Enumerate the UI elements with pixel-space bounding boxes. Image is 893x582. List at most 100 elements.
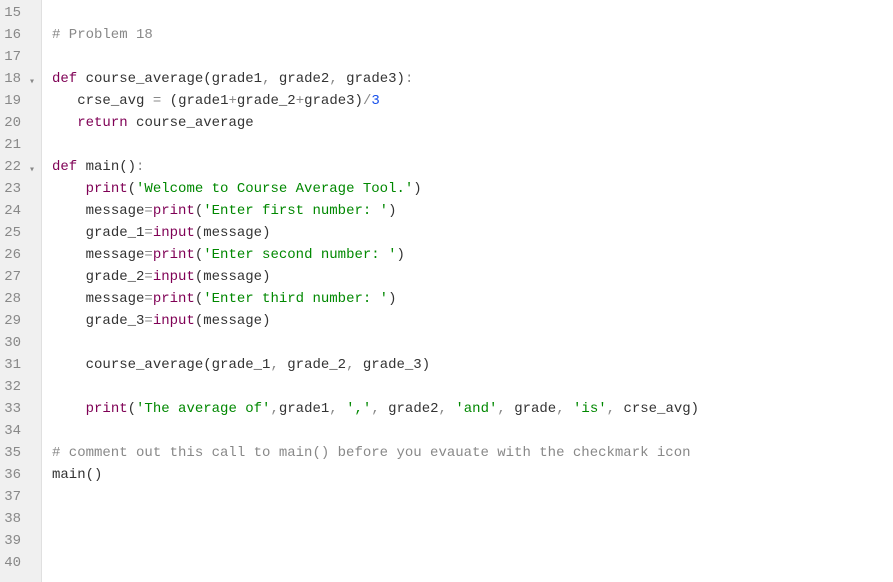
code-token: print — [86, 181, 128, 197]
code-token — [52, 247, 86, 263]
code-line[interactable] — [52, 46, 893, 68]
line-number: 26 — [4, 244, 33, 266]
code-token: 'is' — [573, 401, 607, 417]
line-number: 24 — [4, 200, 33, 222]
code-line[interactable] — [52, 420, 893, 442]
line-number: 31 — [4, 354, 33, 376]
code-token: # Problem 18 — [52, 27, 153, 43]
code-line[interactable] — [52, 486, 893, 508]
line-number: 17 — [4, 46, 33, 68]
line-number: 16 — [4, 24, 33, 46]
code-token: ) — [355, 93, 363, 109]
code-line[interactable]: grade_1=input(message) — [52, 222, 893, 244]
code-token: input — [153, 225, 195, 241]
code-token: course_average — [136, 115, 254, 131]
code-token: grade_1 — [212, 357, 271, 373]
code-line[interactable]: course_average(grade_1, grade_2, grade_3… — [52, 354, 893, 376]
code-token: = — [144, 225, 152, 241]
code-token — [52, 225, 86, 241]
code-token — [52, 203, 86, 219]
code-token: main — [86, 159, 120, 175]
code-token: + — [228, 93, 236, 109]
line-number: 40 — [4, 552, 33, 574]
code-token: crse_avg — [77, 93, 144, 109]
code-line[interactable]: crse_avg = (grade1+grade_2+grade3)/3 — [52, 90, 893, 112]
code-token: grade_2 — [86, 269, 145, 285]
code-line[interactable]: grade_3=input(message) — [52, 310, 893, 332]
code-editor-area[interactable]: # Problem 18 def course_average(grade1, … — [42, 0, 893, 582]
code-token: = — [144, 247, 152, 263]
code-line[interactable]: def course_average(grade1, grade2, grade… — [52, 68, 893, 90]
code-token: 'The average of' — [136, 401, 270, 417]
code-line[interactable] — [52, 2, 893, 24]
code-line[interactable]: def main(): — [52, 156, 893, 178]
line-number: 32 — [4, 376, 33, 398]
code-token: 'and' — [455, 401, 497, 417]
code-line[interactable]: main() — [52, 464, 893, 486]
code-line[interactable]: grade_2=input(message) — [52, 266, 893, 288]
code-token: message — [86, 247, 145, 263]
code-token: = — [144, 269, 152, 285]
line-number: 20 — [4, 112, 33, 134]
code-token — [52, 181, 86, 197]
code-token: = — [144, 203, 152, 219]
code-line[interactable]: message=print('Enter second number: ') — [52, 244, 893, 266]
line-number: 25 — [4, 222, 33, 244]
code-token: ) — [388, 203, 396, 219]
code-token: , — [270, 357, 287, 373]
code-token: , — [439, 401, 456, 417]
code-line[interactable]: print('The average of',grade1, ',', grad… — [52, 398, 893, 420]
code-token: input — [153, 313, 195, 329]
code-line[interactable] — [52, 508, 893, 530]
line-number: 19 — [4, 90, 33, 112]
code-token — [52, 93, 77, 109]
code-token: ( — [195, 291, 203, 307]
code-token: ( — [195, 247, 203, 263]
code-line[interactable] — [52, 376, 893, 398]
line-number: 33 — [4, 398, 33, 420]
code-token: grade_3 — [363, 357, 422, 373]
code-token: 'Enter first number: ' — [203, 203, 388, 219]
code-line[interactable]: # comment out this call to main() before… — [52, 442, 893, 464]
code-line[interactable]: # Problem 18 — [52, 24, 893, 46]
code-token: ( — [203, 71, 211, 87]
code-token: , — [329, 71, 346, 87]
code-token: = — [144, 291, 152, 307]
line-number: 21 — [4, 134, 33, 156]
code-token: grade — [514, 401, 556, 417]
line-number-gutter: 15161718▾19202122▾2324252627282930313233… — [0, 0, 42, 582]
code-token: , — [346, 357, 363, 373]
code-line[interactable]: message=print('Enter first number: ') — [52, 200, 893, 222]
code-line[interactable] — [52, 530, 893, 552]
code-token: ) — [262, 225, 270, 241]
code-token: , — [371, 401, 388, 417]
code-token: def — [52, 159, 77, 175]
code-token: print — [153, 291, 195, 307]
code-token: = — [153, 93, 161, 109]
code-token: grade2 — [388, 401, 438, 417]
line-number: 30 — [4, 332, 33, 354]
code-token: : — [405, 71, 413, 87]
code-token: def — [52, 71, 77, 87]
code-token: grade1 — [279, 401, 329, 417]
code-token: grade_1 — [86, 225, 145, 241]
code-token: ( — [203, 357, 211, 373]
code-token: , — [270, 401, 278, 417]
code-token: print — [153, 247, 195, 263]
code-line[interactable]: return course_average — [52, 112, 893, 134]
code-token: course_average — [86, 71, 204, 87]
code-token: + — [296, 93, 304, 109]
code-line[interactable]: message=print('Enter third number: ') — [52, 288, 893, 310]
code-line[interactable]: print('Welcome to Course Average Tool.') — [52, 178, 893, 200]
code-token: , — [497, 401, 514, 417]
code-token: print — [153, 203, 195, 219]
code-token — [128, 115, 136, 131]
code-token: ( — [195, 203, 203, 219]
code-line[interactable] — [52, 134, 893, 156]
code-token: ( — [170, 93, 178, 109]
code-token: # comment out this call to main() before… — [52, 445, 691, 461]
line-number: 23 — [4, 178, 33, 200]
code-line[interactable] — [52, 332, 893, 354]
code-line[interactable] — [52, 552, 893, 574]
code-token: grade1 — [212, 71, 262, 87]
